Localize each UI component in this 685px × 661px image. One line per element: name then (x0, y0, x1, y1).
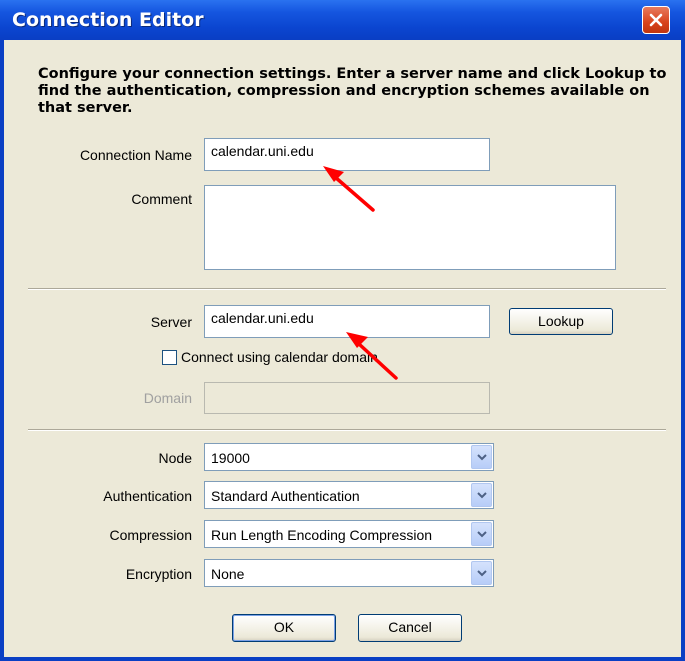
chevron-down-icon (477, 454, 487, 461)
encryption-dropdown-button[interactable] (471, 561, 492, 585)
domain-label: Domain (143, 390, 192, 406)
ok-button[interactable]: OK (232, 614, 336, 642)
node-select[interactable]: 19000 (204, 443, 494, 471)
authentication-value: Standard Authentication (211, 488, 360, 504)
separator-1 (28, 288, 666, 290)
node-value: 19000 (211, 450, 250, 466)
compression-label: Compression (109, 527, 192, 543)
connect-domain-label[interactable]: Connect using calendar domain (181, 349, 378, 365)
chevron-down-icon (477, 531, 487, 538)
connect-domain-checkbox[interactable] (162, 350, 177, 365)
instructions-text: Configure your connection settings. Ente… (38, 66, 667, 116)
node-dropdown-button[interactable] (471, 445, 492, 469)
authentication-dropdown-button[interactable] (471, 483, 492, 507)
domain-input[interactable] (204, 382, 490, 414)
compression-dropdown-button[interactable] (471, 522, 492, 546)
window-title: Connection Editor (12, 9, 204, 31)
connection-editor-window: Connection Editor Configure your connect… (0, 0, 685, 661)
cancel-button-label: Cancel (388, 619, 432, 635)
authentication-select[interactable]: Standard Authentication (204, 481, 494, 509)
server-label: Server (150, 314, 192, 330)
compression-select[interactable]: Run Length Encoding Compression (204, 520, 494, 548)
dialog-body: Configure your connection settings. Ente… (4, 40, 681, 657)
chevron-down-icon (477, 492, 487, 499)
node-label: Node (158, 450, 192, 466)
chevron-down-icon (477, 570, 487, 577)
authentication-label: Authentication (103, 488, 192, 504)
encryption-select[interactable]: None (204, 559, 494, 587)
lookup-button-label: Lookup (538, 313, 584, 329)
close-icon (649, 13, 663, 27)
close-button[interactable] (642, 6, 670, 34)
connection-name-input[interactable]: calendar.uni.edu (204, 138, 490, 171)
connection-name-label: Connection Name (79, 147, 192, 163)
comment-textarea[interactable] (204, 185, 616, 270)
ok-button-label: OK (273, 619, 295, 635)
compression-value: Run Length Encoding Compression (211, 527, 433, 543)
title-bar[interactable]: Connection Editor (0, 0, 685, 40)
lookup-button[interactable]: Lookup (509, 308, 613, 335)
encryption-label: Encryption (125, 566, 192, 582)
cancel-button[interactable]: Cancel (358, 614, 462, 642)
server-input[interactable]: calendar.uni.edu (204, 305, 490, 338)
encryption-value: None (211, 566, 245, 582)
comment-label: Comment (131, 191, 192, 207)
separator-2 (28, 429, 666, 431)
